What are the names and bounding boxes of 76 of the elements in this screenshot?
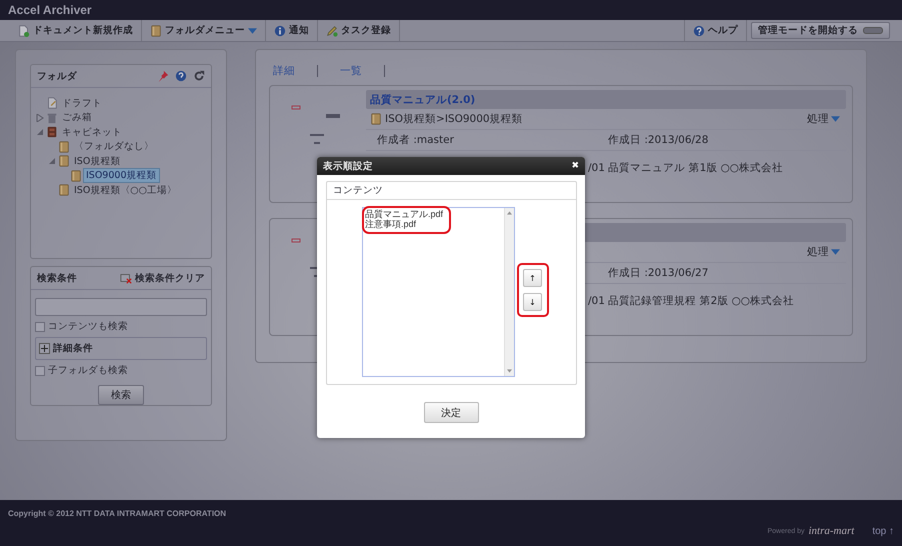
list-item[interactable]: 品質マニュアル.pdf — [365, 209, 502, 219]
folder-icon — [58, 155, 70, 168]
description: /01 品質記録管理規程 第2版 ○○株式会社 — [588, 295, 794, 307]
app-title: Accel Archiver — [8, 3, 92, 17]
search-button[interactable]: 検索 — [98, 385, 144, 405]
move-up-button[interactable]: ↑ — [523, 269, 542, 287]
info-icon — [274, 24, 286, 36]
help-button[interactable]: ヘルプ — [684, 20, 747, 41]
view-link[interactable]: 詳細 — [273, 64, 295, 78]
caret-icon — [831, 116, 840, 122]
copyright: Copyright © 2012 NTT DATA INTRAMART CORPORATION — [8, 509, 226, 518]
pencil-icon — [326, 24, 338, 36]
folder-icon — [370, 113, 382, 125]
close-button[interactable]: ✖ — [571, 161, 579, 171]
folder-icon — [150, 24, 162, 36]
admin-mode-button[interactable]: 管理モードを開始する — [751, 22, 890, 39]
search-field[interactable] — [35, 298, 207, 316]
clear-search-button[interactable]: 検索条件クリア — [120, 272, 205, 284]
toolbar-button[interactable]: ドキュメント新規作成 — [10, 20, 142, 41]
panel-title: 検索条件 — [37, 272, 77, 284]
folder-icon — [58, 184, 70, 196]
scroll-up-icon[interactable] — [507, 211, 512, 215]
draft-icon — [46, 97, 58, 110]
toggle-icon — [863, 27, 883, 34]
tree-item[interactable]: ドラフト — [59, 96, 105, 111]
created-date: 作成日 :2013/06/28 — [608, 133, 710, 147]
move-down-button[interactable]: ↓ — [523, 293, 542, 311]
tree-item[interactable]: ごみ箱 — [59, 110, 95, 126]
toolbar-button[interactable]: タスク登録 — [318, 20, 400, 41]
highlight-outline — [517, 263, 549, 317]
tree-item[interactable]: キャビネット — [59, 124, 125, 140]
dialog-title: 表示順設定 — [323, 160, 373, 172]
folder-path: ISO規程類>ISO9000規程類 — [385, 112, 523, 126]
caret-icon — [831, 249, 840, 255]
toolbar-button[interactable]: 通知 — [266, 20, 318, 41]
logo: intra-mart — [808, 525, 854, 537]
tree-item[interactable]: ISO規程類 — [71, 154, 124, 169]
expanded-arrow-icon[interactable] — [36, 128, 44, 136]
clear-icon — [120, 272, 132, 284]
refresh-icon[interactable] — [193, 70, 205, 82]
action-menu[interactable]: 処理 — [801, 244, 846, 260]
author: 作成者 :master — [377, 133, 455, 147]
help-icon — [693, 24, 705, 36]
collapsed-arrow-icon[interactable] — [36, 114, 44, 122]
document-title[interactable]: 品質マニュアル(2.0) — [370, 92, 476, 106]
tree-item[interactable]: ISO規程類〈○○工場〉 — [71, 182, 180, 198]
details-toggle[interactable]: 詳細条件 — [35, 337, 207, 360]
file-list[interactable]: 品質マニュアル.pdf 注意事項.pdf — [362, 207, 515, 377]
view-link[interactable]: 一覧 — [340, 64, 362, 78]
created-date: 作成日 :2013/06/27 — [608, 266, 710, 280]
ok-button[interactable]: 決定 — [424, 402, 478, 423]
checkbox-label: コンテンツも検索 — [48, 320, 128, 333]
list-item[interactable]: 注意事項.pdf — [365, 219, 502, 229]
toolbar-button[interactable]: フォルダメニュー — [142, 20, 266, 41]
tree-item[interactable]: 〈フォルダなし〉 — [71, 139, 157, 154]
trash-icon — [46, 112, 58, 124]
caret-icon — [248, 28, 257, 34]
scroll-down-icon[interactable] — [507, 369, 512, 373]
folder-icon — [58, 140, 70, 153]
pin-icon[interactable] — [157, 70, 169, 82]
checkbox[interactable] — [35, 322, 45, 332]
expanded-arrow-icon[interactable] — [48, 157, 56, 166]
folder-icon — [70, 170, 82, 182]
section-title: コンテンツ — [333, 184, 383, 197]
panel-title: フォルダ — [37, 70, 77, 82]
checkbox-label: 子フォルダも検索 — [48, 364, 128, 377]
action-menu[interactable]: 処理 — [801, 111, 846, 127]
help-icon[interactable] — [175, 70, 187, 82]
details-label: 詳細条件 — [53, 342, 93, 355]
tree-item[interactable]: ISO9000規程類 — [83, 168, 160, 184]
top-link[interactable]: top ↑ — [872, 526, 894, 536]
checkbox[interactable] — [35, 366, 45, 376]
document-add-icon — [18, 24, 30, 36]
description: /01 品質マニュアル 第1版 ○○株式会社 — [588, 162, 783, 174]
cabinet-icon — [46, 126, 58, 138]
scrollbar[interactable] — [504, 208, 514, 376]
